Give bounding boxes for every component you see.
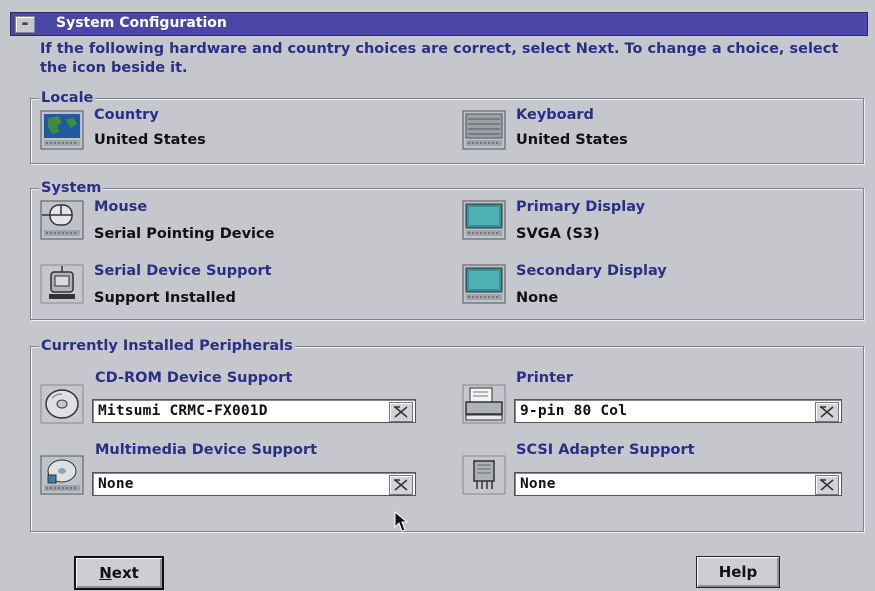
globe-icon[interactable] [40,110,84,150]
system-configuration-window: ▬ System Configuration If the following … [0,0,875,591]
dropdown-button[interactable] [815,475,839,495]
cdrom-combo-value: Mitsumi CRMC-FX001D [98,403,268,419]
keyboard-icon[interactable] [462,110,506,150]
dropdown-arrow-icon [820,406,834,418]
serial-device-value: Support Installed [94,290,236,306]
title-bar[interactable]: ▬ System Configuration [10,12,868,36]
country-value: United States [94,132,206,148]
printer-combo[interactable]: 9-pin 80 Col [514,399,842,423]
country-label: Country [94,107,159,123]
scsi-combo-value: None [520,476,556,492]
multimedia-label: Multimedia Device Support [95,442,318,458]
mouse-pointer-icon [394,511,408,532]
cdrom-label: CD-ROM Device Support [95,370,293,386]
mouse-label: Mouse [94,199,148,215]
printer-combo-value: 9-pin 80 Col [520,403,628,419]
next-label: ext [111,564,139,582]
monitor-icon[interactable] [462,200,506,240]
peripherals-group-label: Currently Installed Peripherals [39,337,295,355]
dropdown-button[interactable] [389,402,413,422]
dropdown-button[interactable] [389,475,413,495]
next-button[interactable]: Next [74,556,164,590]
dropdown-button[interactable] [815,402,839,422]
help-label: Help [718,563,758,581]
multimedia-icon[interactable] [40,455,84,495]
minus-icon[interactable]: ▬ [15,16,35,33]
dropdown-arrow-icon [394,406,408,418]
cd-icon[interactable] [40,384,84,424]
serial-device-label: Serial Device Support [94,263,272,279]
printer-label: Printer [516,370,573,386]
printer-icon[interactable] [462,384,506,424]
secondary-display-value: None [516,290,559,306]
help-button[interactable]: Help [696,556,780,588]
scsi-combo[interactable]: None [514,472,842,496]
mouse-value: Serial Pointing Device [94,226,275,242]
primary-display-value: SVGA (S3) [516,226,600,242]
window-title: System Configuration [56,15,227,31]
multimedia-combo[interactable]: None [92,472,416,496]
next-mnemonic: N [99,564,112,582]
system-group-label: System [39,179,104,197]
keyboard-value: United States [516,132,628,148]
keyboard-label: Keyboard [516,107,594,123]
primary-display-label: Primary Display [516,199,646,215]
cdrom-combo[interactable]: Mitsumi CRMC-FX001D [92,399,416,423]
mouse-icon[interactable] [40,200,84,240]
dropdown-arrow-icon [820,479,834,491]
chip-icon[interactable] [462,455,506,495]
multimedia-combo-value: None [98,476,134,492]
secondary-display-label: Secondary Display [516,263,667,279]
scsi-label: SCSI Adapter Support [516,442,695,458]
instructions-text: If the following hardware and country ch… [40,41,839,76]
serial-port-icon[interactable] [40,264,84,304]
dropdown-arrow-icon [394,479,408,491]
locale-group-label: Locale [39,89,96,107]
monitor-icon[interactable] [462,264,506,304]
